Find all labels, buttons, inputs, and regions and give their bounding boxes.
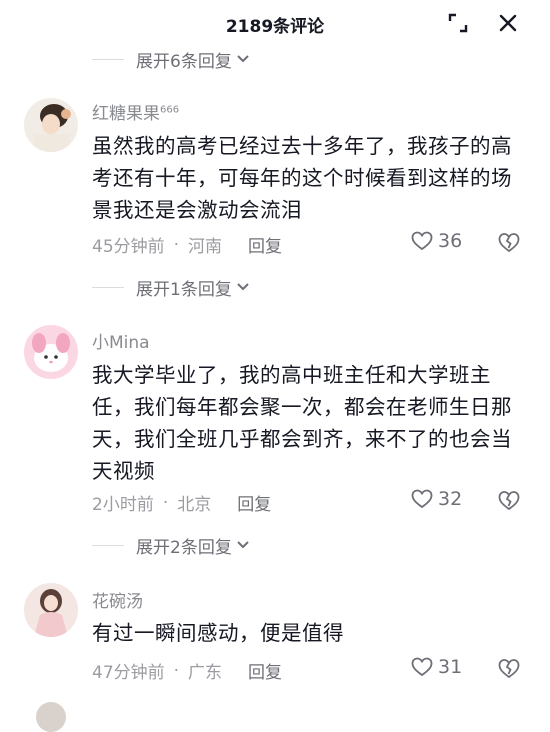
comment-username[interactable]: 花碗汤 — [92, 587, 143, 612]
comment-meta: 45分钟前 · 河南 回复 — [92, 232, 282, 258]
chevron-down-icon — [237, 55, 249, 63]
comment-username[interactable]: 小Mina — [92, 328, 150, 353]
like-count: 31 — [438, 656, 463, 678]
heart-icon — [411, 489, 433, 509]
expand-replies-button[interactable]: 展开2条回复 — [92, 533, 250, 558]
chevron-down-icon — [237, 541, 249, 549]
avatar[interactable] — [24, 325, 78, 379]
like-button[interactable]: 36 — [411, 230, 462, 252]
divider — [92, 544, 124, 546]
expand-icon[interactable] — [447, 12, 469, 34]
comment-username[interactable]: 红糖果果666 — [92, 99, 179, 124]
expand-replies-label: 展开1条回复 — [136, 279, 232, 300]
divider — [92, 58, 124, 60]
heart-icon — [411, 231, 433, 251]
divider — [92, 286, 124, 288]
expand-replies-label: 展开6条回复 — [136, 51, 232, 72]
chevron-down-icon — [237, 283, 249, 291]
reply-button[interactable]: 回复 — [237, 490, 271, 515]
dislike-icon[interactable] — [498, 490, 520, 512]
comment-location: 河南 — [188, 237, 223, 257]
comment-time: 2小时前 — [92, 495, 154, 515]
comment-time: 47分钟前 — [92, 663, 165, 683]
expand-replies-button[interactable]: 展开6条回复 — [92, 47, 250, 72]
comment-meta: 2小时前 · 北京 回复 — [92, 490, 271, 516]
comment-text: 有过一瞬间感动，便是值得 — [92, 621, 344, 645]
like-button[interactable]: 32 — [411, 488, 462, 510]
reply-button[interactable]: 回复 — [248, 232, 282, 257]
heart-icon — [411, 657, 433, 677]
avatar[interactable] — [24, 98, 78, 152]
username-suffix: 666 — [160, 104, 180, 116]
expand-replies-button[interactable]: 展开1条回复 — [92, 275, 250, 300]
comment-meta: 47分钟前 · 广东 回复 — [92, 658, 282, 684]
expand-replies-label: 展开2条回复 — [136, 537, 232, 558]
comment-text: 虽然我的高考已经过去十多年了，我孩子的高考还有十年，可每年的这个时候看到这样的场… — [92, 134, 512, 222]
comment-time: 45分钟前 — [92, 237, 165, 257]
comments-header: 2189条评论 — [0, 0, 550, 46]
avatar[interactable] — [24, 583, 78, 637]
comment-text: 我大学毕业了，我的高中班主任和大学班主任，我们每年都会聚一次，都会在老师生日那天… — [92, 363, 512, 483]
dislike-icon[interactable] — [498, 658, 520, 680]
dislike-icon[interactable] — [498, 232, 520, 254]
reply-button[interactable]: 回复 — [248, 658, 282, 683]
avatar[interactable] — [36, 702, 66, 732]
comment-location: 广东 — [188, 663, 223, 683]
comment-location: 北京 — [177, 495, 212, 515]
like-count: 32 — [438, 488, 463, 510]
close-icon[interactable] — [497, 12, 519, 34]
like-button[interactable]: 31 — [411, 656, 462, 678]
like-count: 36 — [438, 230, 463, 252]
